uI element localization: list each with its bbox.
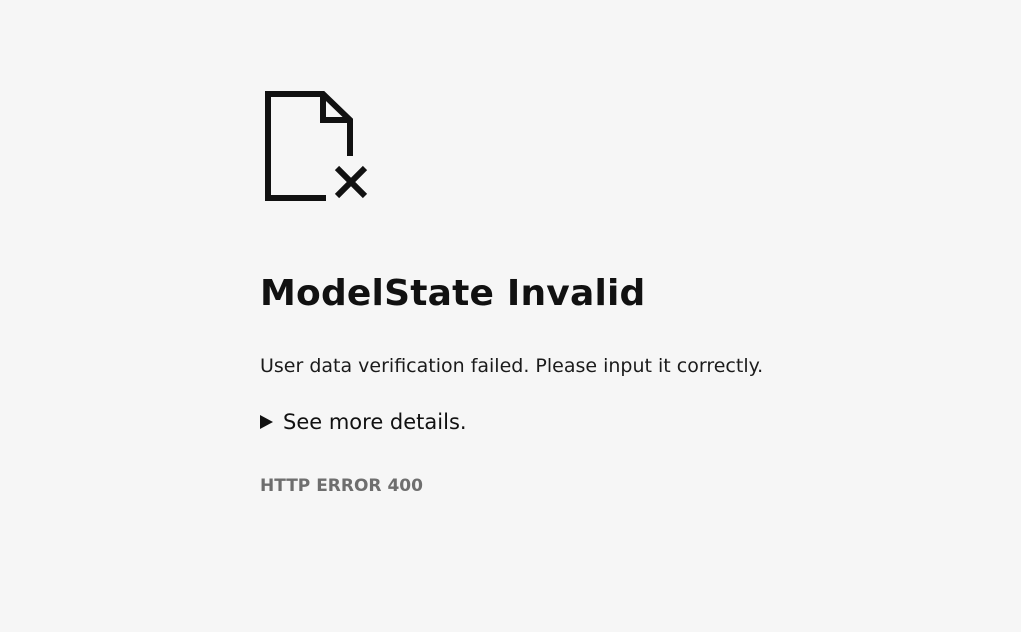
document-error-icon (264, 90, 372, 202)
error-message: User data verification failed. Please in… (260, 355, 764, 377)
error-code: HTTP ERROR 400 (260, 476, 423, 496)
disclosure-triangle-icon (260, 415, 273, 429)
see-more-details-label: See more details. (283, 410, 467, 434)
see-more-details-toggle[interactable]: See more details. (260, 406, 467, 438)
page-title: ModelState Invalid (260, 273, 646, 314)
